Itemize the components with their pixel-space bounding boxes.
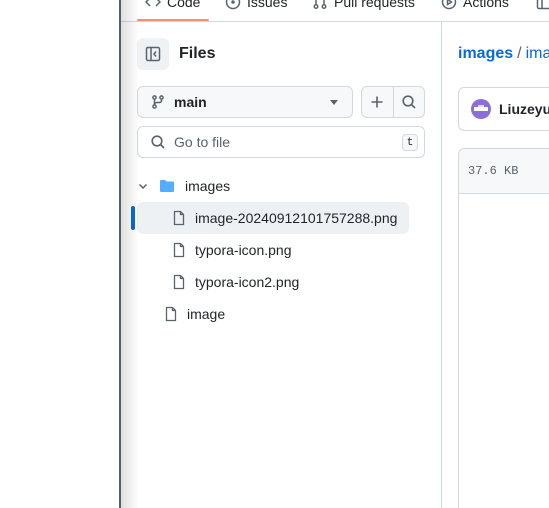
file-icon <box>173 210 185 226</box>
tree-file-item[interactable]: typora-icon2.png <box>137 266 409 298</box>
commit-author[interactable]: Liuzeyu <box>499 101 549 117</box>
file-size: 37.6 KB <box>468 164 519 178</box>
breadcrumb-current: ima <box>525 45 549 62</box>
search-icon <box>402 95 416 109</box>
plus-icon <box>371 96 383 108</box>
sidebar-collapse-icon <box>145 46 161 62</box>
breadcrumb-folder-link[interactable]: images <box>458 45 513 62</box>
breadcrumb: images / ima <box>458 45 549 63</box>
file-label: typora-icon.png <box>195 242 292 258</box>
file-header: 37.6 KB <box>459 149 549 194</box>
file-icon <box>173 242 185 258</box>
file-actions-group <box>361 86 425 118</box>
pull-request-icon <box>313 0 327 10</box>
git-branch-icon <box>152 95 164 109</box>
tab-actions-label: Actions <box>463 0 509 10</box>
tab-pull-requests-label: Pull requests <box>334 0 415 10</box>
search-code-button[interactable] <box>392 87 425 117</box>
issue-icon <box>225 0 241 10</box>
tab-actions[interactable]: Actions <box>441 0 509 13</box>
add-file-button[interactable] <box>362 87 393 117</box>
search-icon <box>151 135 165 149</box>
go-to-file-input[interactable] <box>174 134 394 150</box>
actions-icon <box>441 0 457 10</box>
chevron-down-icon <box>138 183 148 190</box>
folder-open-icon <box>160 180 174 192</box>
tab-code-label: Code <box>167 0 201 10</box>
latest-commit-box: Liuzeyu <box>458 87 549 131</box>
tree-file-item[interactable]: image <box>163 298 225 330</box>
tab-pull-requests[interactable]: Pull requests <box>312 0 415 13</box>
tab-code[interactable]: Code <box>145 0 200 13</box>
collapse-sidebar-button[interactable] <box>137 38 169 70</box>
go-to-file-field[interactable]: t <box>137 126 425 158</box>
file-label: image <box>187 306 226 322</box>
files-panel-title: Files <box>179 45 216 62</box>
projects-icon <box>536 0 549 10</box>
tab-issues-label: Issues <box>247 0 288 10</box>
selected-file-indicator <box>131 206 135 230</box>
tree-file-item[interactable]: typora-icon.png <box>137 234 409 266</box>
file-viewer: 37.6 KB <box>458 148 549 508</box>
file-icon <box>173 274 185 290</box>
chevron-down-icon <box>330 100 338 105</box>
tree-folder-images[interactable]: images <box>137 170 230 202</box>
desktop-background <box>0 0 119 508</box>
folder-label: images <box>185 178 231 194</box>
file-label: typora-icon2.png <box>195 274 300 290</box>
tree-file-item[interactable]: image-20240912101757288.png <box>137 202 409 234</box>
tab-issues[interactable]: Issues <box>225 0 287 13</box>
active-tab-indicator <box>137 19 209 21</box>
keyboard-shortcut-hint: t <box>402 134 418 151</box>
files-panel-header: Files <box>137 38 215 70</box>
file-icon <box>165 306 177 322</box>
avatar[interactable] <box>471 99 491 119</box>
repo-nav: Code Issues Pull requests Actions <box>121 0 549 22</box>
code-icon <box>145 0 161 7</box>
browser-window: Code Issues Pull requests Actions Files <box>119 0 549 508</box>
breadcrumb-separator: / <box>517 45 522 62</box>
panel-divider[interactable] <box>441 21 442 508</box>
tab-projects[interactable] <box>536 0 549 13</box>
branch-selector-button[interactable]: main <box>137 86 353 118</box>
file-label: image-20240912101757288.png <box>195 210 398 226</box>
branch-name: main <box>174 94 207 110</box>
